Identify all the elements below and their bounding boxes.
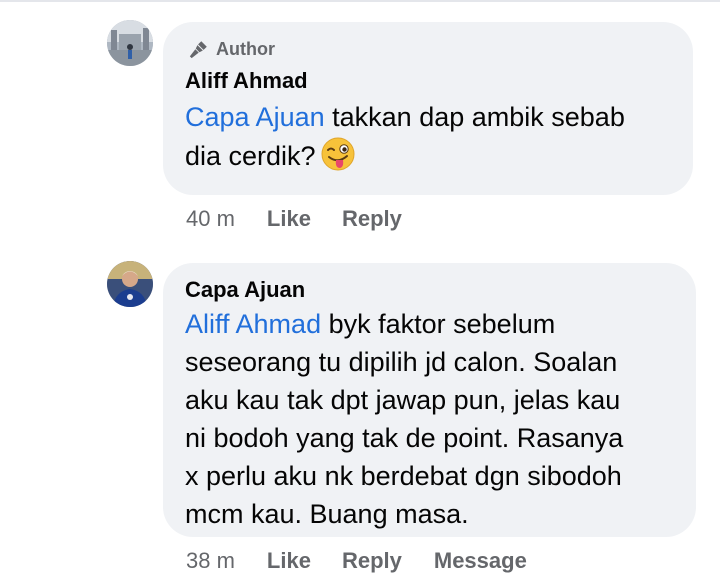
timestamp[interactable]: 40 m xyxy=(186,206,235,232)
comment-line: mcm kau. Buang masa. xyxy=(185,499,469,529)
comment-line: Aliff Ahmad byk faktor sebelum xyxy=(185,309,556,339)
avatar-photo-icon xyxy=(107,20,153,66)
avatar-photo-icon xyxy=(107,261,153,307)
reply-button[interactable]: Reply xyxy=(342,206,402,232)
commenter-name[interactable]: Capa Ajuan xyxy=(185,277,305,303)
comment-actions: 38 m Like Reply Message xyxy=(186,548,527,574)
commenter-name[interactable]: Aliff Ahmad xyxy=(185,68,308,94)
author-badge: Author xyxy=(188,38,275,60)
top-divider xyxy=(0,0,720,2)
comment-text: Capa Ajuan takkan dap ambik sebab dia ce… xyxy=(185,98,685,175)
comment-bubble: Author Aliff Ahmad Capa Ajuan takkan dap… xyxy=(163,22,693,195)
timestamp[interactable]: 38 m xyxy=(186,548,235,574)
winking-face-with-tongue-icon xyxy=(321,137,355,171)
like-button[interactable]: Like xyxy=(267,548,311,574)
comment-line: seseorang tu dipilih jd calon. Soalan xyxy=(185,347,618,377)
comment-line: x perlu aku nk berdebat dgn sibodoh xyxy=(185,461,622,491)
comment-actions: 40 m Like Reply xyxy=(186,206,402,232)
avatar[interactable] xyxy=(107,261,153,307)
comment-line: Capa Ajuan takkan dap ambik sebab xyxy=(185,102,625,132)
like-button[interactable]: Like xyxy=(267,206,311,232)
comment-line: dia cerdik? xyxy=(185,136,685,175)
comment-text: Aliff Ahmad byk faktor sebelum seseorang… xyxy=(185,305,690,533)
author-badge-label: Author xyxy=(216,38,275,59)
reply-button[interactable]: Reply xyxy=(342,548,402,574)
microphone-icon xyxy=(189,41,207,59)
comment-line: ni bodoh yang tak de point. Rasanya xyxy=(185,423,624,453)
message-button[interactable]: Message xyxy=(434,548,527,574)
mention-link[interactable]: Capa Ajuan xyxy=(185,102,325,132)
comment-bubble: Capa Ajuan Aliff Ahmad byk faktor sebelu… xyxy=(163,263,696,537)
avatar[interactable] xyxy=(107,20,153,66)
comment-line: aku kau tak dpt jawap pun, jelas kau xyxy=(185,385,621,415)
mention-link[interactable]: Aliff Ahmad xyxy=(185,309,321,339)
